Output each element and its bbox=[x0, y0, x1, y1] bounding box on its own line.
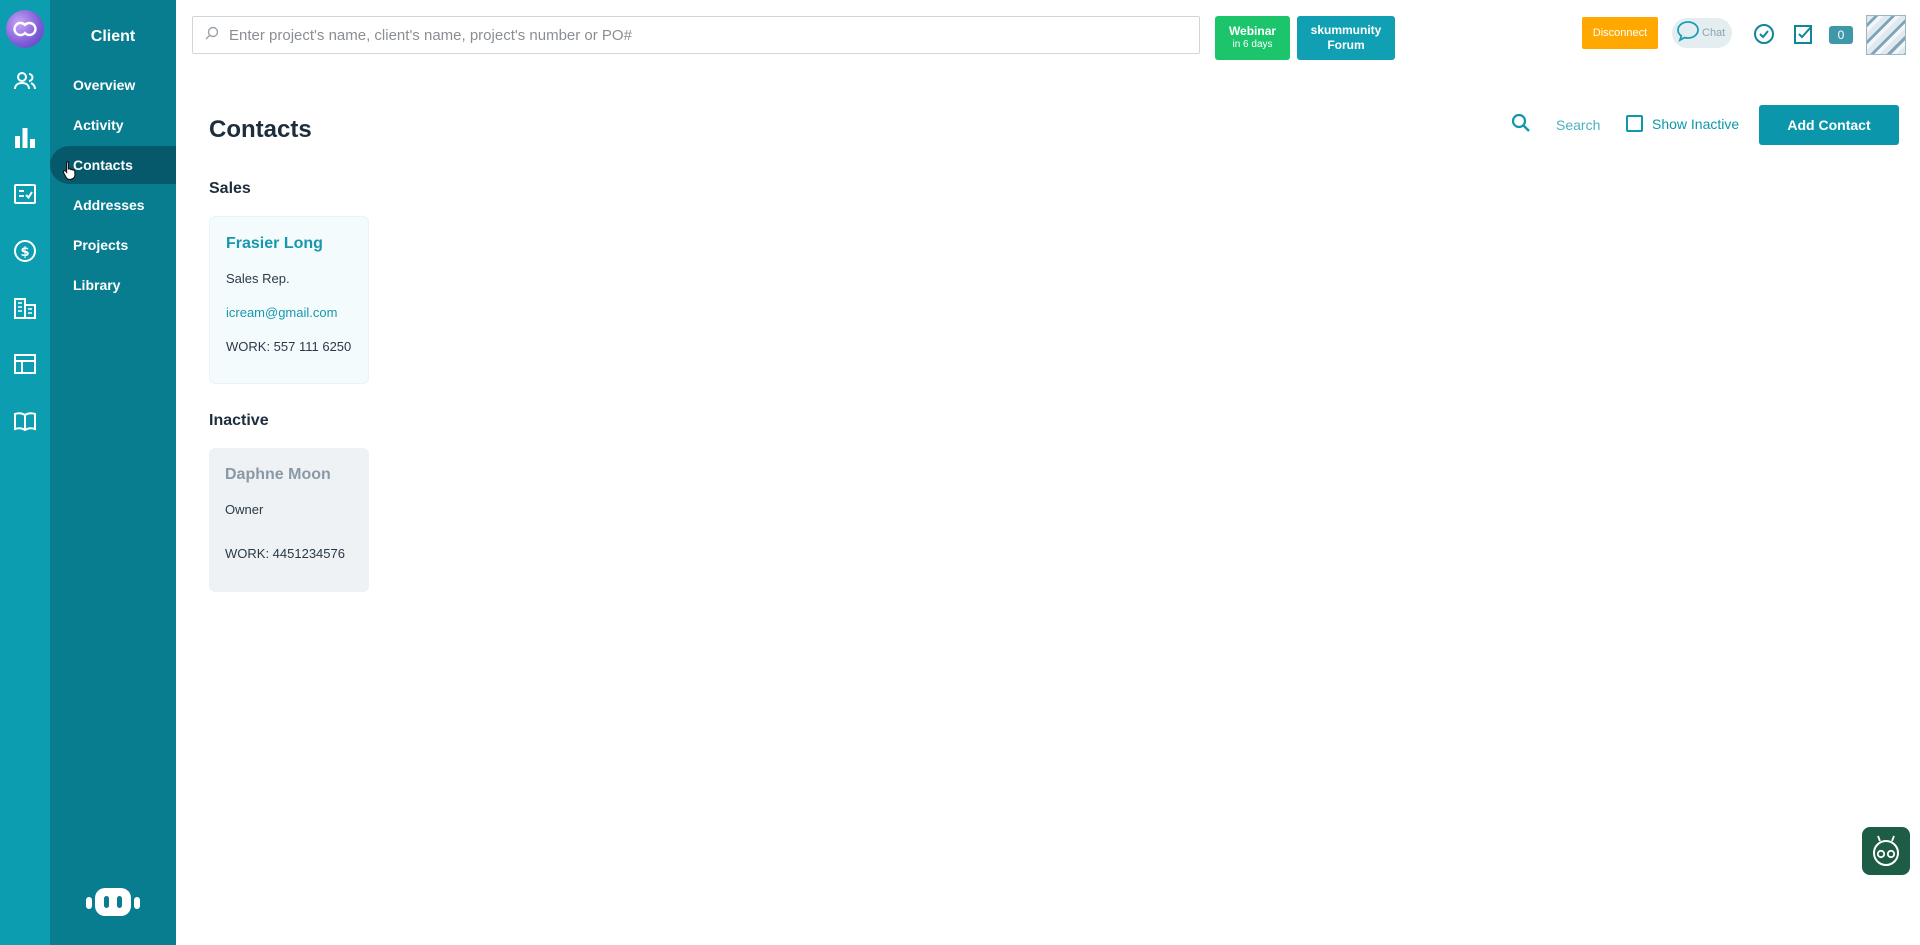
contact-role: Owner bbox=[225, 502, 264, 517]
contact-card[interactable]: Frasier Long Sales Rep. icream@gmail.com… bbox=[209, 216, 369, 384]
subnav-item-addresses[interactable]: Addresses bbox=[50, 186, 176, 224]
dollar-icon[interactable]: $ bbox=[13, 239, 37, 263]
contact-card-inactive[interactable]: Daphne Moon Owner WORK: 4451234576 bbox=[209, 448, 369, 592]
clock-check-icon[interactable] bbox=[1752, 22, 1776, 46]
contact-phone: WORK: 557 111 6250 bbox=[226, 339, 352, 354]
subnav-title: Client bbox=[90, 28, 136, 45]
app-root: $ Client Overview Activity Contacts Addr… bbox=[0, 0, 1920, 945]
users-icon[interactable] bbox=[13, 69, 37, 93]
svg-text:$: $ bbox=[20, 245, 29, 260]
show-inactive-label[interactable]: Show Inactive bbox=[1652, 116, 1739, 132]
subnav-item-overview[interactable]: Overview bbox=[50, 66, 176, 104]
chart-icon[interactable] bbox=[13, 125, 37, 149]
contact-name[interactable]: Daphne Moon bbox=[225, 466, 331, 484]
icon-rail: $ bbox=[0, 0, 50, 945]
logo-icon[interactable] bbox=[6, 10, 44, 48]
webinar-button[interactable]: Webinar in 6 days bbox=[1215, 16, 1290, 60]
client-subnav: Client Overview Activity Contacts Addres… bbox=[50, 0, 176, 945]
contact-email[interactable]: icream@gmail.com bbox=[226, 305, 337, 320]
global-search[interactable] bbox=[192, 16, 1200, 54]
forum-label-line1: skummunity bbox=[1310, 23, 1382, 37]
book-icon[interactable] bbox=[13, 409, 37, 433]
contacts-search-link[interactable]: Search bbox=[1556, 117, 1600, 133]
notification-count-badge[interactable]: 0 bbox=[1829, 26, 1853, 44]
contact-name[interactable]: Frasier Long bbox=[226, 235, 323, 253]
hand-cursor-icon bbox=[62, 160, 78, 185]
show-inactive-checkbox[interactable] bbox=[1626, 115, 1643, 132]
page-title: Contacts bbox=[209, 116, 312, 143]
subnav-item-projects[interactable]: Projects bbox=[50, 226, 176, 264]
checklist-icon[interactable] bbox=[1792, 22, 1816, 46]
forum-button[interactable]: skummunity Forum bbox=[1297, 16, 1395, 60]
subnav-item-library[interactable]: Library bbox=[50, 266, 176, 304]
section-heading-inactive: Inactive bbox=[209, 412, 269, 429]
table-icon[interactable] bbox=[13, 352, 37, 376]
add-contact-button[interactable]: Add Contact bbox=[1759, 105, 1899, 145]
contacts-search-icon[interactable] bbox=[1511, 113, 1531, 138]
search-icon bbox=[205, 26, 219, 45]
chat-button[interactable]: Chat bbox=[1672, 18, 1732, 48]
contact-phone: WORK: 4451234576 bbox=[225, 546, 345, 561]
disconnect-button[interactable]: Disconnect bbox=[1582, 17, 1658, 49]
robot-icon[interactable] bbox=[82, 884, 144, 925]
forum-label-line2: Forum bbox=[1327, 38, 1365, 52]
contact-role: Sales Rep. bbox=[226, 271, 290, 286]
help-bot-icon[interactable] bbox=[1862, 827, 1910, 875]
tasks-icon[interactable] bbox=[13, 182, 37, 206]
chat-bubble-icon bbox=[1676, 20, 1700, 47]
webinar-countdown: in 6 days bbox=[1232, 39, 1273, 50]
webinar-label: Webinar bbox=[1228, 24, 1277, 38]
global-search-input[interactable] bbox=[229, 20, 1189, 50]
chat-label: Chat bbox=[1702, 27, 1726, 39]
user-avatar[interactable] bbox=[1866, 15, 1906, 55]
building-icon[interactable] bbox=[13, 296, 37, 320]
section-heading-sales: Sales bbox=[209, 180, 251, 197]
subnav-item-activity[interactable]: Activity bbox=[50, 106, 176, 144]
